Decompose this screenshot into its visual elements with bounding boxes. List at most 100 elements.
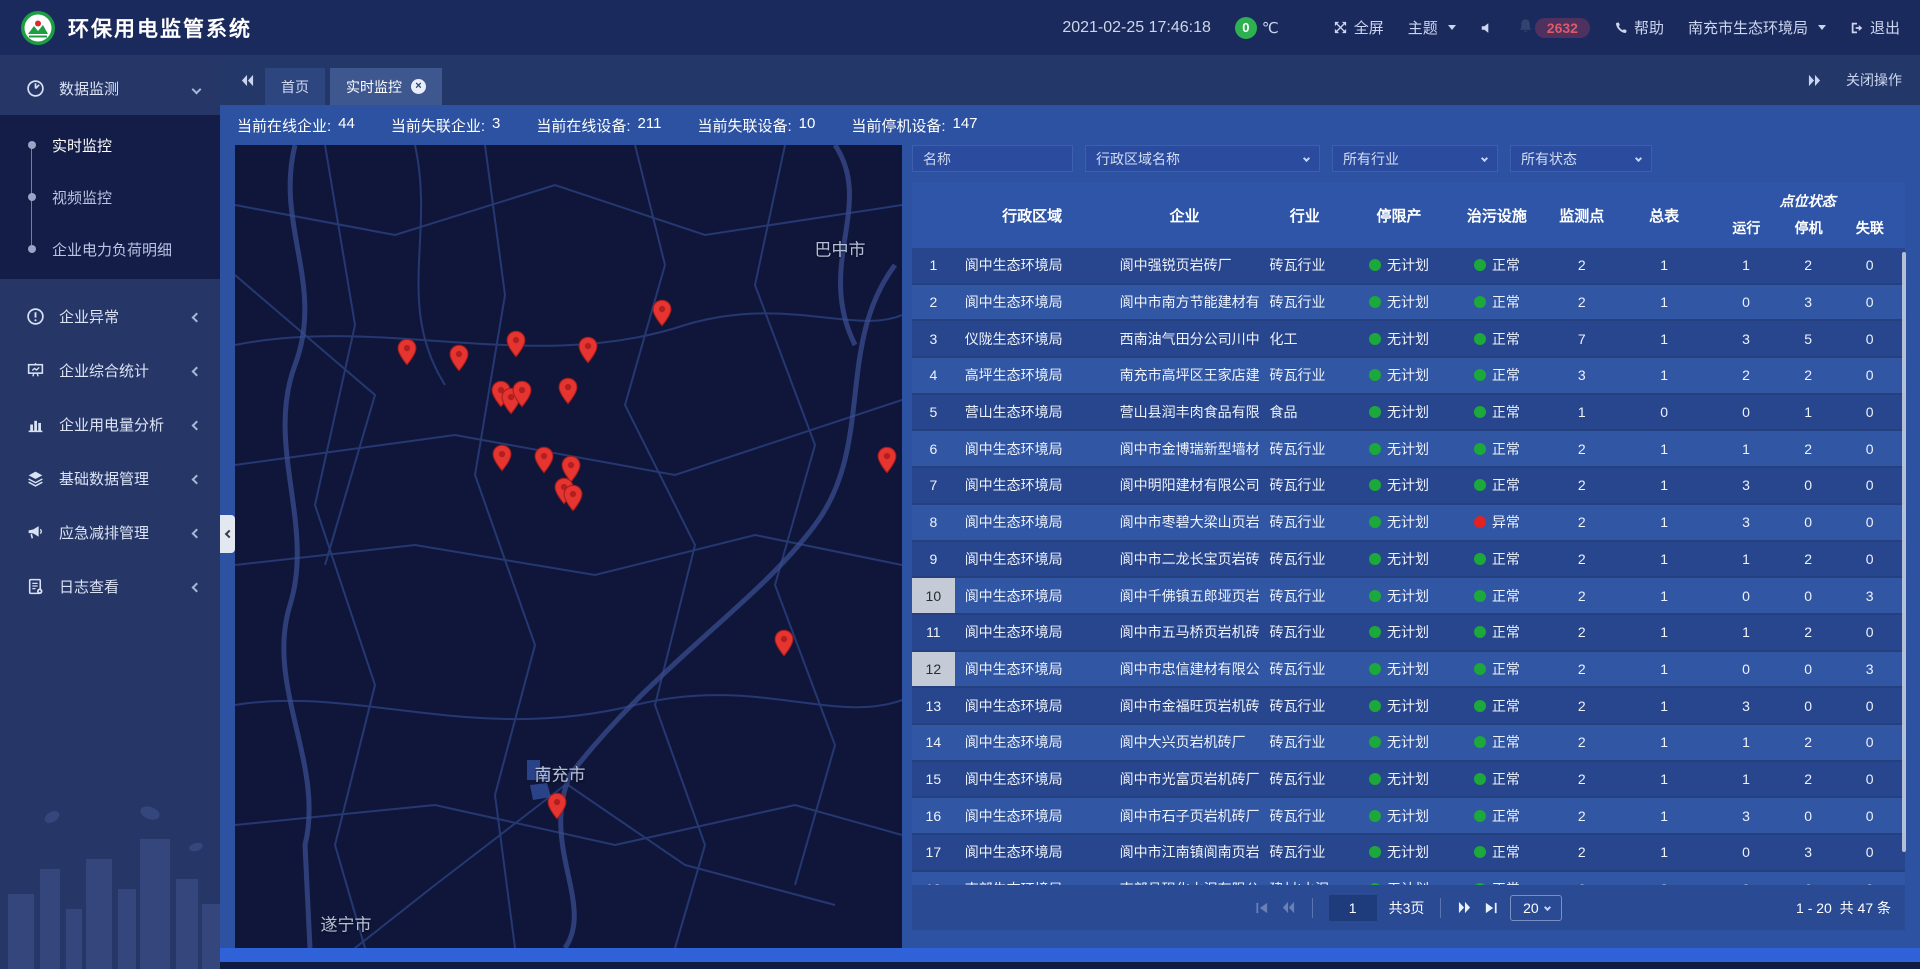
cell-stopped: 2	[1782, 542, 1835, 577]
map-pin-icon[interactable]	[774, 629, 795, 662]
tabs-scroll-right-button[interactable]	[1797, 74, 1832, 87]
name-filter-input[interactable]	[923, 151, 1062, 167]
last-page-button[interactable]	[1484, 902, 1498, 914]
table-row[interactable]: 16阆中生态环境局阆中市石子页岩机砖厂砖瓦行业无计划正常21300	[912, 798, 1905, 835]
table-row[interactable]: 14阆中生态环境局阆中大兴页岩机砖厂砖瓦行业无计划正常21120	[912, 725, 1905, 762]
next-page-button[interactable]	[1457, 901, 1472, 914]
map-pin-icon[interactable]	[534, 446, 555, 479]
cell-stop-limit-status: 无计划	[1350, 798, 1448, 833]
mute-button[interactable]	[1480, 21, 1494, 35]
table-row[interactable]: 12阆中生态环境局阆中市忠信建材有限公砖瓦行业无计划正常21003	[912, 652, 1905, 689]
help-button[interactable]: 帮助	[1614, 17, 1664, 38]
cell-total-meters: 1	[1618, 725, 1710, 760]
cell-region: 阆中生态环境局	[955, 505, 1110, 540]
cell-facility-status: 正常	[1448, 358, 1545, 393]
industry-filter-select[interactable]: 所有行业	[1332, 145, 1498, 172]
cell-stop-limit-status: 无计划	[1350, 321, 1448, 356]
cell-facility-status: 正常	[1448, 468, 1545, 503]
sidebar-item-data-monitor[interactable]: 数据监测	[0, 61, 220, 115]
table-row[interactable]: 13阆中生态环境局阆中市金福旺页岩机砖砖瓦行业无计划正常21300	[912, 688, 1905, 725]
sidebar-subitem-label: 视频监控	[52, 187, 112, 208]
cell-stopped: 2	[1782, 431, 1835, 466]
table-row[interactable]: 10阆中生态环境局阆中千佛镇五郎垭页岩砖瓦行业无计划正常21003	[912, 578, 1905, 615]
prev-page-button[interactable]	[1281, 901, 1296, 914]
status-dot-icon	[1369, 810, 1381, 822]
table-row[interactable]: 4高坪生态环境局南充市高坪区王家店建砖瓦行业无计划正常31220	[912, 358, 1905, 395]
status-filter-select[interactable]: 所有状态	[1510, 145, 1652, 172]
table-row[interactable]: 11阆中生态环境局阆中市五马桥页岩机砖砖瓦行业无计划正常21120	[912, 615, 1905, 652]
sidebar-item-log-view[interactable]: 日志查看	[0, 559, 220, 613]
map-pin-icon[interactable]	[506, 330, 527, 363]
logout-button[interactable]: 退出	[1850, 17, 1900, 38]
chevron-left-icon	[192, 582, 202, 592]
cell-row-number: 4	[912, 358, 955, 393]
table-row[interactable]: 7阆中生态环境局阆中明阳建材有限公司砖瓦行业无计划正常21300	[912, 468, 1905, 505]
fullscreen-button[interactable]: 全屏	[1333, 17, 1384, 38]
table-row[interactable]: 9阆中生态环境局阆中市二龙长宝页岩砖砖瓦行业无计划正常21120	[912, 542, 1905, 579]
table-row[interactable]: 2阆中生态环境局阆中市南方节能建材有砖瓦行业无计划正常21030	[912, 285, 1905, 322]
cell-enterprise: 阆中市江南镇阆南页岩	[1110, 835, 1260, 870]
table-row[interactable]: 1阆中生态环境局阆中强锐页岩砖厂砖瓦行业无计划正常21120	[912, 248, 1905, 285]
cell-stop-limit-status: 无计划	[1350, 505, 1448, 540]
name-filter[interactable]	[912, 145, 1073, 172]
page-number-input[interactable]	[1329, 895, 1377, 921]
organization-dropdown[interactable]: 南充市生态环境局	[1688, 17, 1826, 38]
tab-home[interactable]: 首页	[265, 68, 325, 105]
cell-stopped: 0	[1782, 505, 1835, 540]
map-pin-icon[interactable]	[397, 338, 418, 371]
table-row[interactable]: 15阆中生态环境局阆中市光富页岩机砖厂砖瓦行业无计划正常21120	[912, 762, 1905, 799]
notifications[interactable]: 2632	[1518, 18, 1590, 38]
close-tab-icon[interactable]: ×	[411, 79, 426, 94]
tabs-scroll-left-button[interactable]	[230, 74, 265, 87]
table-row[interactable]: 3仪陇生态环境局西南油气田分公司川中化工无计划正常71350	[912, 321, 1905, 358]
cell-total-meters: 1	[1618, 615, 1710, 650]
map-pin-icon[interactable]	[449, 344, 470, 377]
sidebar-item-emergency-reduction[interactable]: 应急减排管理	[0, 505, 220, 559]
table-scrollbar[interactable]	[1902, 252, 1906, 852]
sidebar-subitem[interactable]: 视频监控	[0, 171, 220, 223]
cell-row-number: 17	[912, 835, 955, 870]
page-size-select[interactable]: 20	[1510, 895, 1562, 921]
map-pin-icon[interactable]	[563, 484, 584, 517]
tab-realtime-monitor[interactable]: 实时监控 ×	[330, 68, 442, 105]
theme-dropdown[interactable]: 主题	[1408, 17, 1456, 38]
table-row[interactable]: 8阆中生态环境局阆中市枣碧大梁山页岩砖瓦行业无计划异常21300	[912, 505, 1905, 542]
tab-bar: 首页 实时监控 × 关闭操作	[220, 55, 1920, 105]
cell-monitor-points: 2	[1546, 468, 1618, 503]
map-pin-icon[interactable]	[492, 444, 513, 477]
map-pin-icon[interactable]	[877, 446, 898, 479]
table-row[interactable]: 5营山生态环境局营山县润丰肉食品有限食品无计划正常10010	[912, 395, 1905, 432]
app-title: 环保用电监管系统	[68, 13, 252, 43]
sidebar-item-base-data-management[interactable]: 基础数据管理	[0, 451, 220, 505]
first-page-button[interactable]	[1255, 902, 1269, 914]
stat-offline-enterprises: 当前失联企业:3	[391, 115, 501, 136]
map-pin-icon[interactable]	[512, 380, 533, 413]
sidebar-item-enterprise-statistics[interactable]: 企业综合统计	[0, 343, 220, 397]
region-filter-select[interactable]: 行政区域名称	[1085, 145, 1320, 172]
table-row[interactable]: 6阆中生态环境局阆中市金博瑞新型墙材砖瓦行业无计划正常21120	[912, 431, 1905, 468]
table-row[interactable]: 17阆中生态环境局阆中市江南镇阆南页岩砖瓦行业无计划正常21030	[912, 835, 1905, 872]
table-row[interactable]: 18南部生态环境局南部县砚化水泥有限公建材|水泥无计划正常60060	[912, 872, 1905, 885]
status-dot-icon	[1369, 406, 1381, 418]
status-dot-icon	[1474, 663, 1486, 675]
sidebar-item-enterprise-abnormal[interactable]: 企业异常	[0, 289, 220, 343]
skyline-watermark	[0, 799, 220, 969]
close-operations-button[interactable]: 关闭操作	[1846, 70, 1902, 90]
cell-running: 0	[1710, 872, 1781, 885]
cell-monitor-points: 3	[1546, 358, 1618, 393]
cell-stopped: 0	[1782, 468, 1835, 503]
chevron-down-icon	[1544, 904, 1551, 911]
status-dot-icon	[1474, 846, 1486, 858]
cell-industry: 砖瓦行业	[1260, 468, 1350, 503]
sidebar-subitem[interactable]: 企业电力负荷明细	[0, 223, 220, 275]
map-pin-icon[interactable]	[652, 299, 673, 332]
sidebar-item-power-usage-analysis[interactable]: 企业用电量分析	[0, 397, 220, 451]
map-pin-icon[interactable]	[547, 792, 568, 825]
sidebar-collapse-handle[interactable]	[220, 515, 235, 553]
sidebar-subitem[interactable]: 实时监控	[0, 119, 220, 171]
col-header: 企业	[1110, 182, 1260, 248]
map-canvas[interactable]: 巴中市南充市遂宁市	[235, 145, 902, 948]
map-pin-icon[interactable]	[578, 336, 599, 369]
cell-disconnected: 0	[1834, 395, 1905, 430]
map-pin-icon[interactable]	[558, 377, 579, 410]
